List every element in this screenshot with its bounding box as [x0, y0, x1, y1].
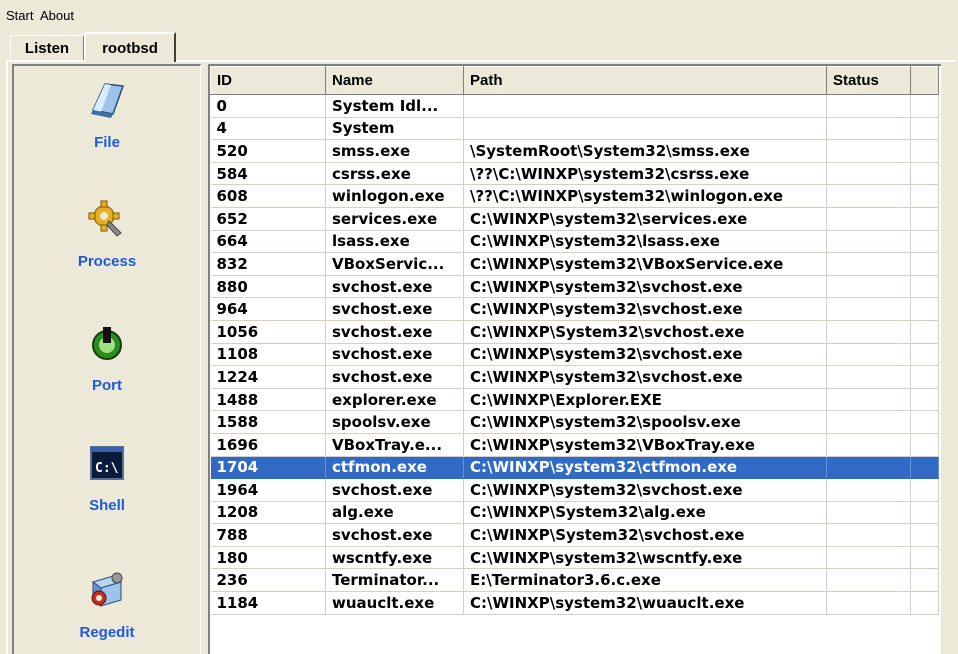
- menu-about[interactable]: About: [40, 8, 74, 23]
- tab-panel: [6, 60, 956, 654]
- tab-strip: Listen rootbsd: [0, 32, 958, 62]
- tab-rootbsd[interactable]: rootbsd: [84, 32, 176, 62]
- tab-listen[interactable]: Listen: [10, 35, 84, 61]
- menu-bar: Start About: [0, 0, 958, 32]
- menu-start[interactable]: Start: [6, 8, 33, 23]
